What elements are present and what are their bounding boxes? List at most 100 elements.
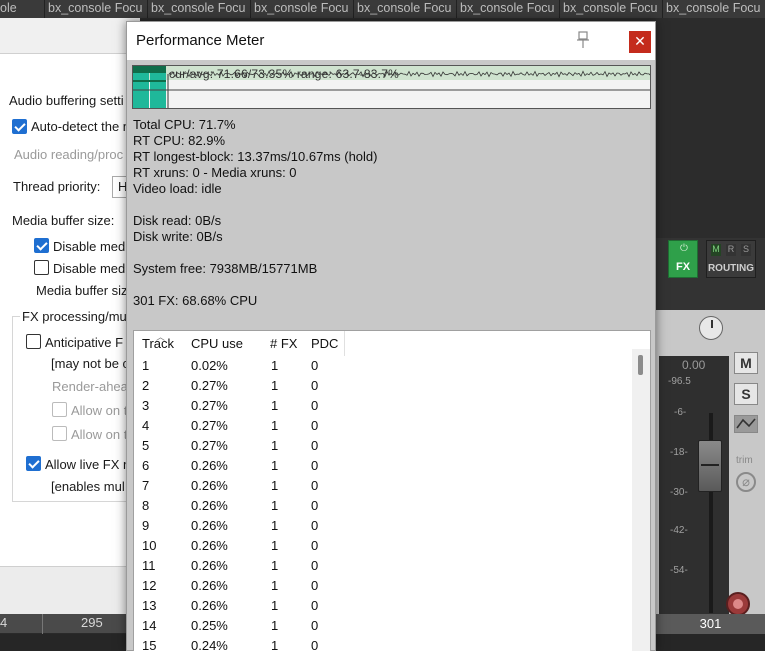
table-cell: 4 — [142, 418, 150, 433]
solo-button[interactable]: S — [734, 383, 758, 405]
table-row[interactable]: 5 0.27% 1 0 — [134, 436, 634, 456]
scrollbar-thumb[interactable] — [638, 355, 643, 375]
column-header-cpu[interactable]: CPU use — [183, 331, 263, 356]
table-row[interactable]: 4 0.27% 1 0 — [134, 416, 634, 436]
allow-on-checkbox-1[interactable] — [52, 402, 67, 417]
disk-write: Disk write: 0B/s — [133, 229, 223, 244]
render-ahead-label: Render-ahea — [52, 379, 128, 394]
table-cell: 1 — [271, 538, 279, 553]
column-header-pdc[interactable]: PDC — [303, 331, 345, 356]
power-icon: ⏻ — [680, 243, 688, 254]
sort-up-icon: ︿ — [156, 332, 166, 342]
rt-cpu: RT CPU: 82.9% — [133, 133, 226, 148]
table-cell: 0 — [311, 438, 319, 453]
routing-label: ROUTING — [707, 263, 755, 274]
table-cell: 0 — [311, 518, 319, 533]
db-mark: -18- — [670, 447, 688, 458]
column-header-label: PDC — [311, 336, 339, 351]
table-cell: 1 — [271, 598, 279, 613]
db-mark: -30- — [670, 487, 688, 498]
rt-xruns: RT xruns: 0 - Media xruns: 0 — [133, 165, 297, 180]
table-cell: 1 — [271, 638, 279, 651]
thread-priority-label: Thread priority: — [13, 179, 101, 194]
table-cell: 0 — [311, 558, 319, 573]
fx-button[interactable]: ⏻ FX — [668, 240, 698, 278]
table-cell: 0 — [311, 578, 319, 593]
auto-detect-checkbox[interactable] — [12, 119, 27, 134]
volume-fader-handle[interactable] — [698, 440, 722, 492]
disable-media-checkbox-2[interactable] — [34, 260, 49, 275]
table-cell: 1 — [271, 398, 279, 413]
routing-button[interactable]: M R S ROUTING — [706, 240, 756, 278]
project-tab[interactable]: bx_console Focu — [251, 0, 354, 18]
table-row[interactable]: 9 0.26% 1 0 — [134, 516, 634, 536]
db-mark: -6- — [674, 407, 687, 418]
fx-processing-heading: FX processing/mu — [20, 309, 129, 324]
anticipative-fx-checkbox[interactable] — [26, 334, 41, 349]
allow-live-fx-checkbox[interactable] — [26, 456, 41, 471]
close-button[interactable]: ✕ — [629, 31, 651, 53]
disable-media-checkbox-1[interactable] — [34, 238, 49, 253]
table-cell: 12 — [142, 578, 157, 593]
table-cell: 0.27% — [191, 418, 228, 433]
table-row[interactable]: 14 0.25% 1 0 — [134, 616, 634, 636]
column-header-track[interactable]: ︿ Track — [134, 331, 184, 356]
table-row[interactable]: 15 0.24% 1 0 — [134, 636, 634, 651]
table-cell: 0.26% — [191, 518, 228, 533]
table-cell: 1 — [271, 578, 279, 593]
record-arm-button[interactable] — [726, 592, 750, 616]
media-buffer-size-label: Media buffer siz — [36, 283, 128, 298]
table-row[interactable]: 2 0.27% 1 0 — [134, 376, 634, 396]
track-number: 301 — [656, 614, 765, 634]
table-row[interactable]: 11 0.26% 1 0 — [134, 556, 634, 576]
project-tab[interactable]: bx_console Focu — [663, 0, 765, 18]
table-cell: 0 — [311, 418, 319, 433]
table-row[interactable]: 3 0.27% 1 0 — [134, 396, 634, 416]
table-row[interactable]: 13 0.26% 1 0 — [134, 596, 634, 616]
pin-icon[interactable] — [575, 31, 591, 49]
project-tab[interactable]: bx_console Focu — [560, 0, 663, 18]
table-row[interactable]: 8 0.26% 1 0 — [134, 496, 634, 516]
allow-on-label-1: Allow on t — [71, 403, 128, 418]
auto-detect-label: Auto-detect the n — [31, 119, 131, 134]
table-row[interactable]: 6 0.26% 1 0 — [134, 456, 634, 476]
table-cell: 0 — [311, 478, 319, 493]
table-cell: 0.26% — [191, 558, 228, 573]
may-not-be-label: [may not be c — [51, 356, 130, 371]
table-row[interactable]: 10 0.26% 1 0 — [134, 536, 634, 556]
table-cell: 1 — [271, 618, 279, 633]
allow-on-checkbox-2[interactable] — [52, 426, 67, 441]
pan-knob[interactable] — [699, 316, 723, 340]
fx-label: FX — [675, 261, 691, 273]
table-cell: 1 — [271, 378, 279, 393]
table-cell: 0 — [311, 538, 319, 553]
mute-button[interactable]: M — [734, 352, 758, 374]
table-cell: 0 — [311, 598, 319, 613]
phase-invert-icon[interactable]: ⌀ — [736, 472, 756, 492]
column-header-fx[interactable]: # FX — [262, 331, 304, 356]
project-tab[interactable]: ole — [0, 0, 45, 18]
project-tab[interactable]: bx_console Focu — [354, 0, 457, 18]
column-header-label: CPU use — [191, 336, 244, 351]
table-row[interactable]: 7 0.26% 1 0 — [134, 476, 634, 496]
table-cell: 0.26% — [191, 498, 228, 513]
table-row[interactable]: 1 0.02% 1 0 — [134, 356, 634, 376]
table-row[interactable]: 12 0.26% 1 0 — [134, 576, 634, 596]
table-cell: 0.27% — [191, 378, 228, 393]
disable-media-label-1: Disable med — [53, 239, 126, 254]
envelope-icon[interactable] — [734, 415, 758, 433]
project-tab[interactable]: bx_console Focu — [45, 0, 148, 18]
timeline-tick — [42, 614, 43, 634]
timeline-number: 295 — [81, 615, 103, 630]
project-tab[interactable]: bx_console Focu — [148, 0, 251, 18]
table-cell: 13 — [142, 598, 157, 613]
window-titlebar[interactable]: Performance Meter ✕ — [127, 22, 655, 60]
table-cell: 5 — [142, 438, 150, 453]
db-mark: -42- — [670, 525, 688, 536]
table-scrollbar[interactable] — [632, 349, 650, 651]
routing-m-indicator: M — [711, 244, 721, 256]
table-cell: 0 — [311, 638, 319, 651]
project-tab[interactable]: bx_console Focu — [457, 0, 560, 18]
table-cell: 1 — [271, 358, 279, 373]
project-tab-bar: ole bx_console Focu bx_console Focu bx_cons… — [0, 0, 765, 18]
